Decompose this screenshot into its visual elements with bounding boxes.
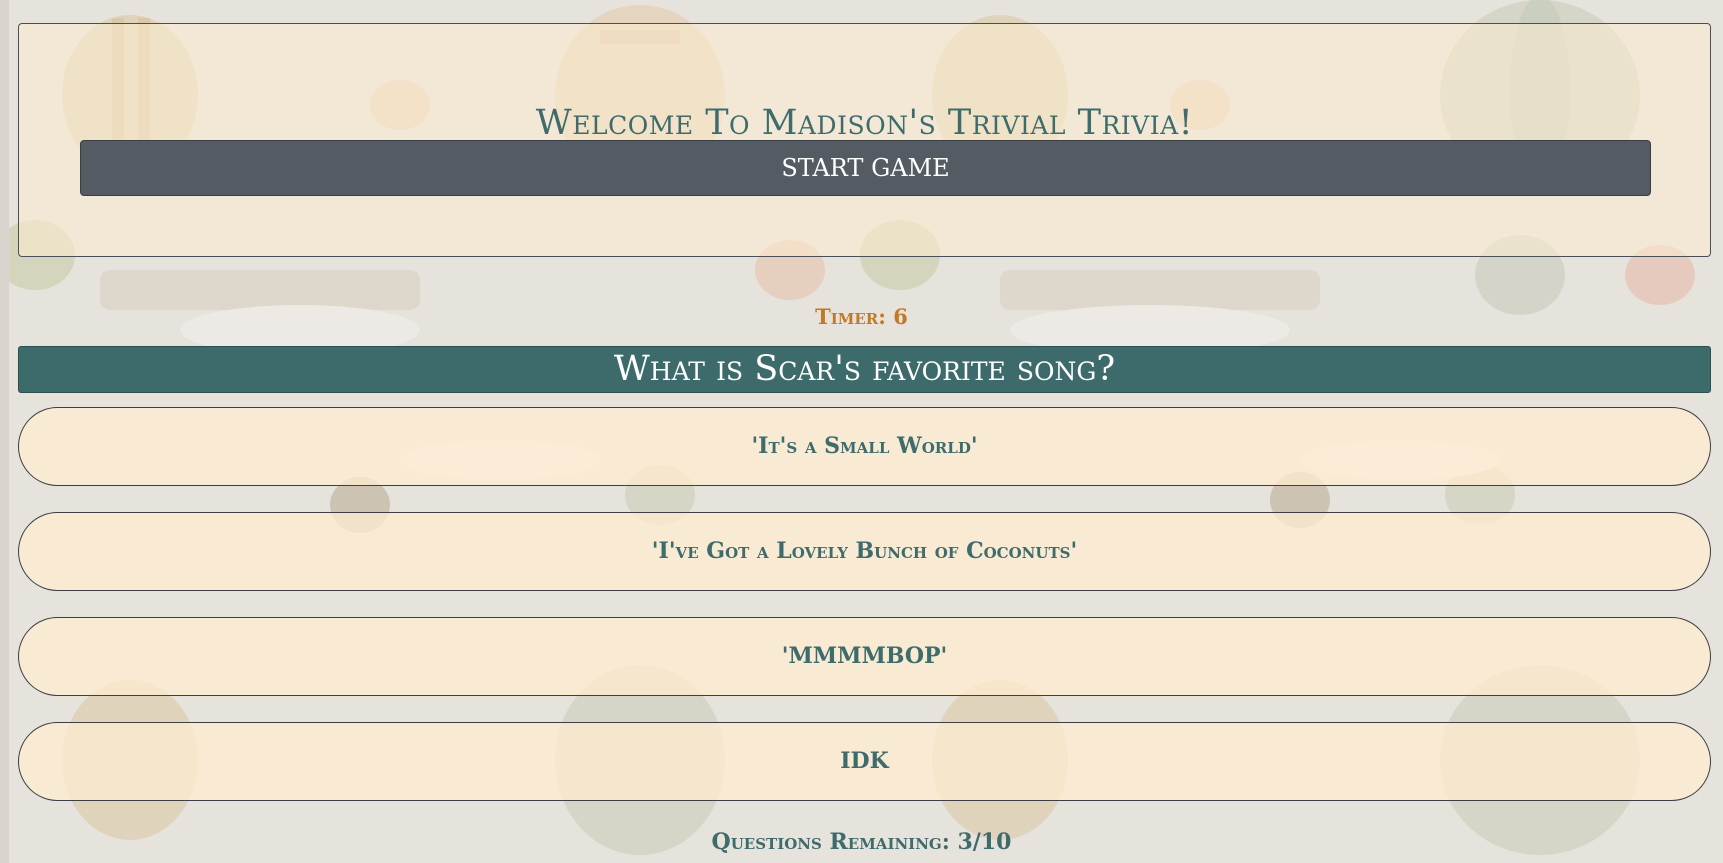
welcome-panel: Welcome To Madison's Trivial Trivia! STA…: [18, 23, 1711, 257]
welcome-title: Welcome To Madison's Trivial Trivia!: [535, 103, 1194, 143]
timer-label: Timer: 6: [815, 304, 908, 329]
answer-option-3[interactable]: 'MMMMBOP': [18, 617, 1711, 696]
answer-option-2[interactable]: 'I've Got a Lovely Bunch of Coconuts': [18, 512, 1711, 591]
questions-remaining: Questions Remaining: 3/10: [711, 829, 1012, 855]
question-title: What is Scar's favorite song?: [18, 346, 1711, 393]
answer-option-1[interactable]: 'It's a Small World': [18, 407, 1711, 486]
left-edge-strip: [0, 0, 9, 863]
start-game-button[interactable]: START GAME: [80, 140, 1651, 196]
answer-option-4[interactable]: IDK: [18, 722, 1711, 801]
